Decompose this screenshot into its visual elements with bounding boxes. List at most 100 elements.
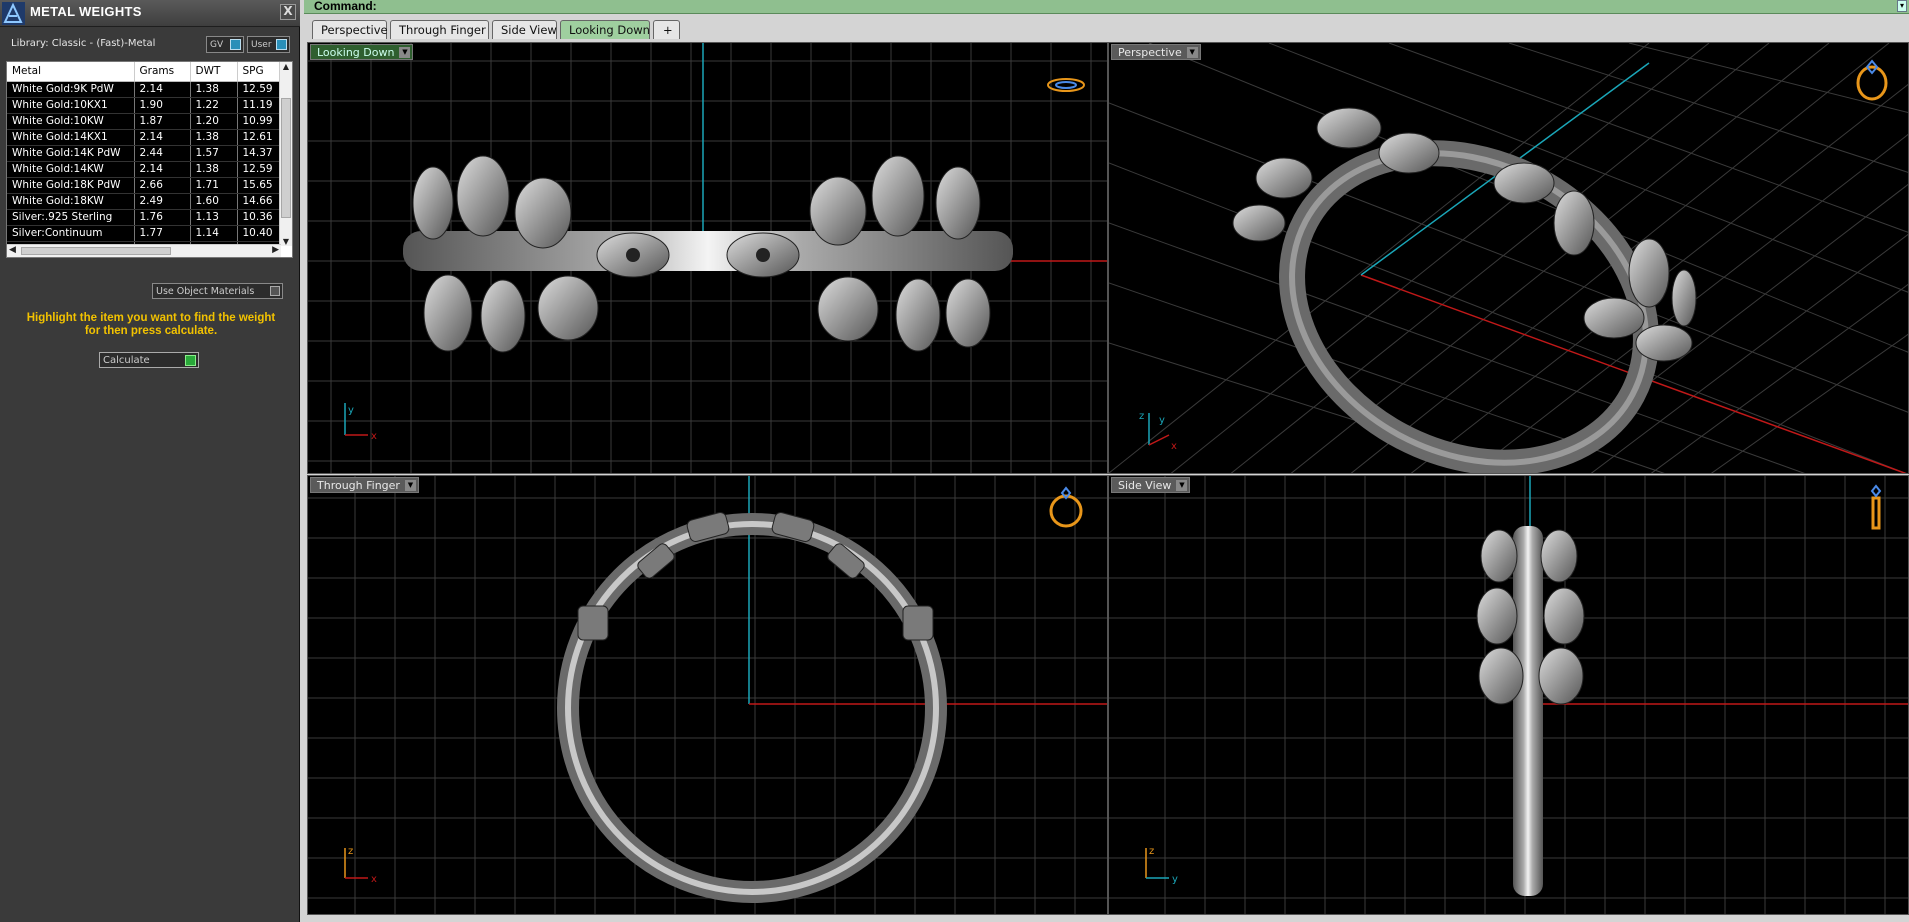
hint-line-1: Highlight the item you want to find the … <box>26 312 276 324</box>
axis-label-x: x <box>371 874 377 885</box>
table-row[interactable]: Silver:Continuum 1.77 1.14 10.40 <box>7 225 280 242</box>
library-label: Library: Classic - (Fast)-Metal <box>11 38 156 49</box>
orientation-ring-icon <box>1870 484 1882 530</box>
table-cell: 1.14 <box>190 225 238 242</box>
table-cell: White Gold:18KW <box>7 193 135 210</box>
panel-title-bar: METAL WEIGHTS X <box>0 0 300 27</box>
table-row[interactable]: White Gold:14KX1 2.14 1.38 12.61 <box>7 129 280 146</box>
viewport-label-side-view[interactable]: Side View ▼ <box>1111 477 1191 493</box>
gv-label: GV <box>210 40 224 50</box>
table-cell: 1.77 <box>134 225 191 242</box>
table-cell: 2.14 <box>134 81 191 98</box>
ring-model-perspective <box>1232 107 1697 473</box>
gv-toggle[interactable]: GV <box>206 36 244 53</box>
table-row[interactable]: White Gold:10KW 1.87 1.20 10.99 <box>7 113 280 130</box>
use-object-materials-label: Use Object Materials <box>156 286 255 297</box>
table-cell: 1.76 <box>134 209 191 226</box>
viewport-through-finger[interactable]: z x Through Finger ▼ <box>307 475 1108 915</box>
tab-side-view[interactable]: Side View <box>492 20 557 39</box>
table-cell: 14.37 <box>237 145 280 162</box>
calculate-label: Calculate <box>103 355 150 366</box>
table-cell: 12.61 <box>237 129 280 146</box>
through-finger-scene: z x <box>308 476 1107 914</box>
hint-text: Highlight the item you want to find the … <box>10 312 292 338</box>
column-header[interactable]: Grams <box>134 62 191 82</box>
viewport-label-through-finger[interactable]: Through Finger ▼ <box>310 477 419 493</box>
tab-through-finger[interactable]: Through Finger <box>390 20 489 39</box>
table-row[interactable]: White Gold:18K PdW 2.66 1.71 15.65 <box>7 177 280 194</box>
viewport-title: Side View <box>1118 479 1172 492</box>
tab-looking-down[interactable]: Looking Down <box>560 20 650 39</box>
axis-label-x: x <box>1171 441 1177 452</box>
table-cell: White Gold:14KX1 <box>7 129 135 146</box>
table-cell: 2.14 <box>134 161 191 178</box>
table-row[interactable]: White Gold:14K PdW 2.44 1.57 14.37 <box>7 145 280 162</box>
close-button[interactable]: X <box>280 4 296 20</box>
viewport-side-view[interactable]: z y Side View ▼ <box>1108 475 1909 915</box>
tab-perspective[interactable]: Perspective <box>312 20 388 39</box>
table-row[interactable]: White Gold:18KW 2.49 1.60 14.66 <box>7 193 280 210</box>
orientation-ring-icon <box>1049 486 1083 528</box>
table-cell: White Gold:14KW <box>7 161 135 178</box>
viewport-title: Through Finger <box>317 479 400 492</box>
ring-model-top <box>403 155 1013 353</box>
table-row[interactable]: White Gold:14KW 2.14 1.38 12.59 <box>7 161 280 178</box>
table-cell: White Gold:18K PdW <box>7 177 135 194</box>
viewport-perspective[interactable]: z y x Perspective ▼ <box>1108 42 1909 474</box>
scroll-down-icon[interactable]: ▼ <box>281 237 291 246</box>
column-header[interactable]: Metal <box>7 62 135 82</box>
user-toggle[interactable]: User <box>247 36 290 53</box>
axis-label-z: z <box>1149 846 1154 857</box>
viewport-label-perspective[interactable]: Perspective ▼ <box>1111 44 1201 60</box>
axis-label-y: y <box>1172 874 1178 885</box>
scroll-right-icon[interactable]: ▶ <box>272 245 279 255</box>
table-cell: 1.13 <box>190 209 238 226</box>
orientation-ring-icon <box>1856 59 1888 101</box>
column-header[interactable]: SPG <box>237 62 280 82</box>
table-cell: White Gold:10KX1 <box>7 97 135 114</box>
perspective-scene: z y x <box>1109 43 1908 473</box>
user-label: User <box>251 40 272 50</box>
vertical-scroll-thumb[interactable] <box>281 98 291 218</box>
orientation-ring-icon <box>1047 78 1085 92</box>
table-cell: 1.38 <box>190 81 238 98</box>
table-cell: 11.19 <box>237 97 280 114</box>
horizontal-scroll-thumb[interactable] <box>21 247 171 255</box>
table-row[interactable]: White Gold:10KX1 1.90 1.22 11.19 <box>7 97 280 114</box>
use-object-materials-toggle[interactable]: Use Object Materials <box>152 283 283 299</box>
user-toggle-icon <box>276 39 287 50</box>
table-horizontal-scrollbar[interactable]: ◀ ▶ <box>7 244 281 257</box>
table-cell: 1.87 <box>134 113 191 130</box>
table-cell: Silver:Continuum <box>7 225 135 242</box>
table-vertical-scrollbar[interactable]: ▲ ▼ <box>279 62 292 246</box>
panel-title: METAL WEIGHTS <box>30 4 142 19</box>
table-cell: 12.59 <box>237 81 280 98</box>
side-view-scene: z y <box>1109 476 1908 914</box>
scroll-up-icon[interactable]: ▲ <box>281 62 291 71</box>
viewport-dropdown-icon[interactable]: ▼ <box>404 480 416 491</box>
table-cell: 2.66 <box>134 177 191 194</box>
command-bar[interactable]: Command: ▾ <box>304 0 1909 14</box>
table-row[interactable]: White Gold:9K PdW 2.14 1.38 12.59 <box>7 81 280 98</box>
viewport-dropdown-icon[interactable]: ▼ <box>1176 480 1188 491</box>
table-cell: 10.40 <box>237 225 280 242</box>
ring-model-side <box>1476 526 1585 896</box>
ring-model-through-finger <box>557 512 947 903</box>
table-cell: 10.36 <box>237 209 280 226</box>
column-header[interactable]: DWT <box>190 62 238 82</box>
viewport-looking-down[interactable]: y x Looking Down ▼ <box>307 42 1108 474</box>
gv-toggle-icon <box>230 39 241 50</box>
command-dropdown-icon[interactable]: ▾ <box>1897 0 1907 12</box>
table-row[interactable]: Silver:.925 Sterling 1.76 1.13 10.36 <box>7 209 280 226</box>
table-cell: 1.57 <box>190 145 238 162</box>
table-cell: 1.38 <box>190 129 238 146</box>
scroll-left-icon[interactable]: ◀ <box>9 245 16 255</box>
grid <box>1109 43 1908 473</box>
axis-label-z: z <box>348 846 353 857</box>
viewport-label-looking-down[interactable]: Looking Down ▼ <box>310 44 414 60</box>
checkbox-icon <box>270 286 280 296</box>
add-tab-button[interactable]: + <box>653 20 680 39</box>
viewport-dropdown-icon[interactable]: ▼ <box>1186 47 1198 58</box>
calculate-button[interactable]: Calculate <box>99 352 199 368</box>
viewport-dropdown-icon[interactable]: ▼ <box>399 47 411 58</box>
